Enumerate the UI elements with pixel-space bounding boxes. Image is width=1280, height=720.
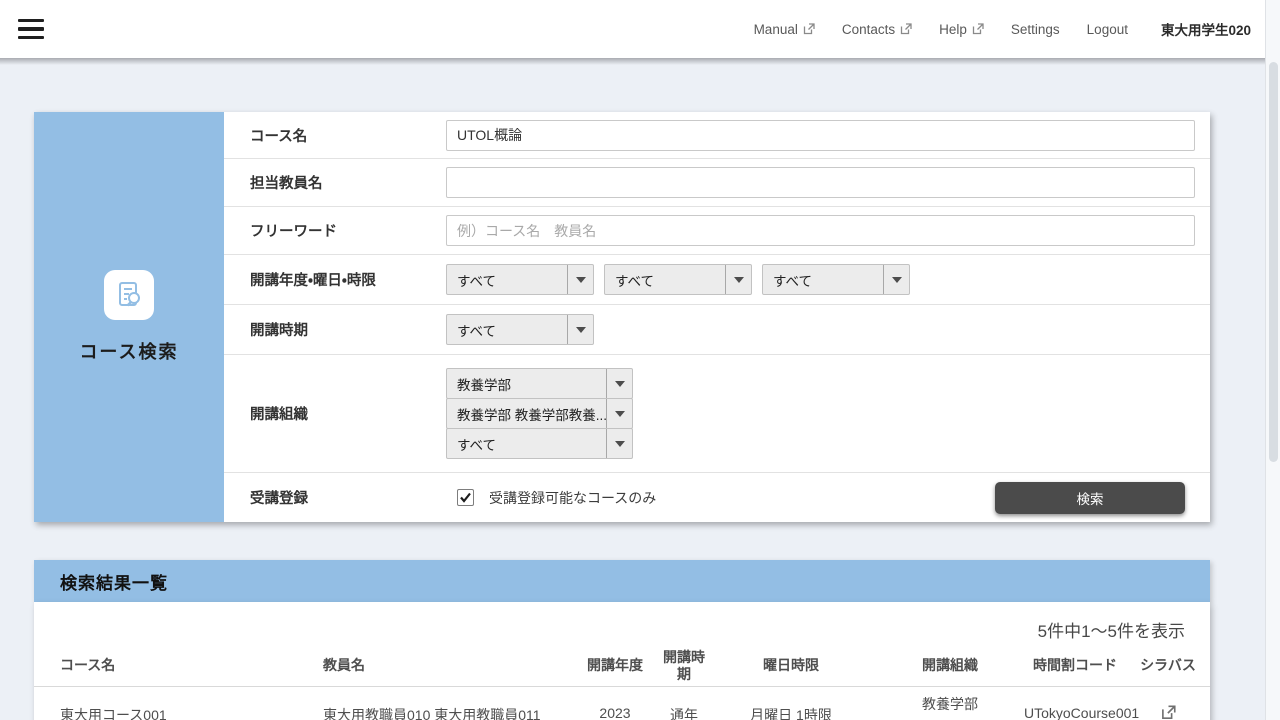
- day-select[interactable]: すべて: [604, 264, 752, 295]
- external-link-icon: [803, 23, 815, 35]
- period-select[interactable]: すべて: [762, 264, 910, 295]
- row-instructor-name: 担当教員名: [224, 159, 1210, 207]
- cell-semester: 通年: [662, 686, 706, 720]
- search-results-section: 検索結果一覧 5件中1〜5件を表示 コース名 教員名 開講年度 開講時期 曜日時…: [34, 560, 1210, 720]
- chevron-down-icon: [606, 399, 632, 428]
- semester-label: 開講時期: [224, 319, 446, 340]
- course-name-label: コース名: [224, 125, 446, 146]
- col-timetable-code: 時間割コード: [1024, 646, 1126, 686]
- course-search-icon: [104, 270, 154, 320]
- syllabus-external-link-icon[interactable]: [1161, 705, 1176, 720]
- instructor-name-label: 担当教員名: [224, 172, 446, 193]
- cell-course-name[interactable]: 東大用コース001: [34, 686, 323, 720]
- results-table-header-row: コース名 教員名 開講年度 開講時期 曜日時限 開講組織 時間割コード シラバス: [34, 646, 1210, 686]
- col-day-period: 曜日時限: [706, 646, 876, 686]
- results-title: 検索結果一覧: [60, 569, 168, 594]
- chevron-down-icon: [567, 265, 593, 294]
- nav-manual[interactable]: Manual: [754, 22, 815, 37]
- instructor-name-input[interactable]: [446, 167, 1195, 198]
- chevron-down-icon: [883, 265, 909, 294]
- chevron-down-icon: [606, 369, 632, 398]
- chevron-down-icon: [567, 315, 593, 344]
- semester-select-value: すべて: [447, 320, 567, 340]
- chevron-down-icon: [606, 429, 632, 458]
- organization-label: 開講組織: [224, 403, 446, 424]
- col-organization: 開講組織: [876, 646, 1024, 686]
- course-search-panel: コース検索 コース名 担当教員名 フリーワード: [34, 112, 1210, 522]
- chevron-down-icon: [725, 265, 751, 294]
- year-select-value: すべて: [447, 270, 567, 290]
- cell-timetable-code: UTokyoCourse001: [1024, 686, 1126, 720]
- col-course-name: コース名: [34, 646, 323, 686]
- nav-help[interactable]: Help: [939, 22, 984, 37]
- free-word-input[interactable]: [446, 215, 1195, 246]
- col-instructors: 教員名: [323, 646, 568, 686]
- external-link-icon: [900, 23, 912, 35]
- vertical-scrollbar: [1265, 0, 1280, 720]
- cell-day-period: 月曜日 1時限: [706, 686, 876, 720]
- registration-label: 受講登録: [224, 487, 446, 508]
- nav-logout[interactable]: Logout: [1087, 22, 1128, 37]
- free-word-label: フリーワード: [224, 220, 446, 241]
- results-body: 5件中1〜5件を表示 コース名 教員名 開講年度 開講時期 曜日時限 開講組織 …: [34, 602, 1210, 720]
- organization-select-1[interactable]: 教養学部: [446, 368, 633, 399]
- day-select-value: すべて: [605, 270, 725, 290]
- organization-select-2[interactable]: 教養学部 教養学部教養...: [446, 398, 633, 429]
- organization-select-1-value: 教養学部: [447, 374, 606, 394]
- results-count: 5件中1〜5件を表示: [34, 602, 1210, 646]
- course-search-sidebar: コース検索: [34, 112, 224, 522]
- results-header: 検索結果一覧: [34, 560, 1210, 602]
- col-syllabus: シラバス: [1126, 646, 1210, 686]
- menu-icon[interactable]: [18, 19, 44, 39]
- row-year-day-period: 開講年度・曜日・時限 すべて すべて すべて: [224, 255, 1210, 305]
- semester-select[interactable]: すべて: [446, 314, 594, 345]
- check-icon: [459, 491, 472, 504]
- nav-settings-label: Settings: [1011, 22, 1060, 37]
- search-form: コース名 担当教員名 フリーワード 開講年度・曜日・時限: [224, 112, 1210, 522]
- col-semester: 開講時期: [662, 646, 706, 686]
- top-nav: Manual Contacts Help Settings Logout: [754, 19, 1280, 39]
- row-free-word: フリーワード: [224, 207, 1210, 255]
- result-row[interactable]: 東大用コース001 東大用教職員010 東大用教職員011 2023 通年 月曜…: [34, 686, 1210, 720]
- organization-select-3[interactable]: すべて: [446, 428, 633, 459]
- cell-instructors: 東大用教職員010 東大用教職員011: [323, 686, 568, 720]
- results-table: コース名 教員名 開講年度 開講時期 曜日時限 開講組織 時間割コード シラバス…: [34, 646, 1210, 720]
- external-link-icon: [972, 23, 984, 35]
- row-semester: 開講時期 すべて: [224, 305, 1210, 355]
- year-select[interactable]: すべて: [446, 264, 594, 295]
- nav-manual-label: Manual: [754, 22, 798, 37]
- nav-contacts[interactable]: Contacts: [842, 22, 912, 37]
- nav-help-label: Help: [939, 22, 967, 37]
- registration-checkbox-group: 受講登録可能なコースのみ: [457, 488, 656, 508]
- top-bar: Manual Contacts Help Settings Logout: [0, 0, 1280, 58]
- organization-select-2-value: 教養学部 教養学部教養...: [447, 404, 606, 424]
- registration-checkbox[interactable]: [457, 489, 474, 506]
- registration-checkbox-label: 受講登録可能なコースのみ: [489, 488, 656, 508]
- scrollbar-thumb[interactable]: [1269, 62, 1278, 462]
- nav-contacts-label: Contacts: [842, 22, 895, 37]
- organization-select-3-value: すべて: [447, 434, 606, 454]
- row-registration: 受講登録 受講登録可能なコースのみ 検索: [224, 473, 1210, 522]
- year-day-period-label: 開講年度・曜日・時限: [224, 269, 446, 290]
- nav-logout-label: Logout: [1087, 22, 1128, 37]
- logged-in-username: 東大用学生020: [1161, 19, 1251, 39]
- panel-title: コース検索: [79, 338, 178, 364]
- course-name-input[interactable]: [446, 120, 1195, 151]
- col-year: 開講年度: [568, 646, 662, 686]
- nav-settings[interactable]: Settings: [1011, 22, 1060, 37]
- cell-organization: 教養学部: [876, 686, 1024, 720]
- search-button[interactable]: 検索: [995, 482, 1185, 514]
- cell-year: 2023: [568, 686, 662, 720]
- row-course-name: コース名: [224, 112, 1210, 159]
- period-select-value: すべて: [763, 270, 883, 290]
- row-organization: 開講組織 教養学部 教養学部 教養学部教養... すべて: [224, 355, 1210, 473]
